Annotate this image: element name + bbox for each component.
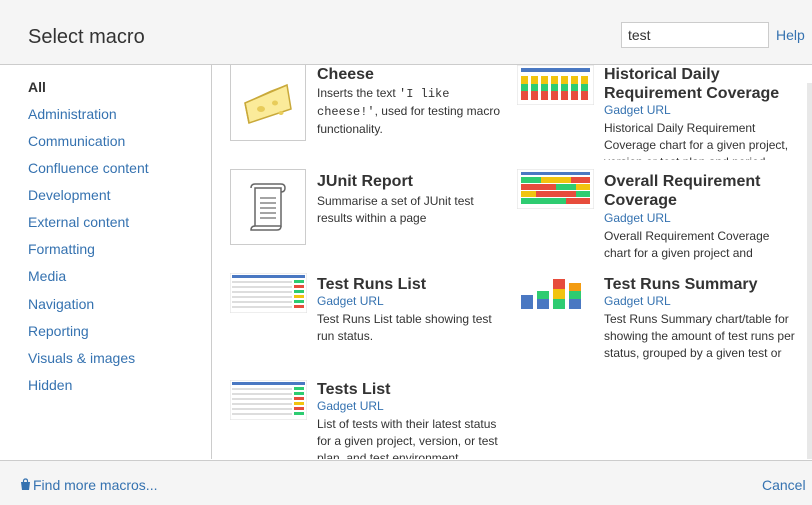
macro-name: Test Runs List — [317, 276, 427, 293]
category-confluence-content[interactable]: Confluence content — [28, 160, 149, 176]
select-macro-dialog: Select macro test Help All Administratio… — [0, 0, 812, 505]
gadget-url-link[interactable]: Gadget URL — [317, 294, 384, 308]
macro-overall-requirement-coverage[interactable]: Overall Requirement Coverage Gadget URL … — [516, 168, 807, 264]
category-media[interactable]: Media — [28, 268, 66, 284]
macro-name: Overall Requirement Coverage — [604, 173, 761, 209]
macro-name: Tests List — [317, 381, 391, 398]
macro-description: Test Runs List table showing test run st… — [317, 312, 492, 343]
dialog-footer: Find more macros... Cancel — [0, 460, 812, 505]
category-sidebar: All Administration Communication Conflue… — [0, 65, 212, 459]
help-link[interactable]: Help — [776, 27, 805, 43]
macro-junit-report[interactable]: JUnit Report Summarise a set of JUnit te… — [230, 169, 502, 249]
cheese-icon — [230, 65, 306, 141]
category-development[interactable]: Development — [28, 187, 111, 203]
macro-description: Historical Daily Requirement Coverage ch… — [604, 121, 789, 160]
gadget-url-link[interactable]: Gadget URL — [317, 399, 384, 413]
category-navigation[interactable]: Navigation — [28, 296, 94, 312]
macro-test-runs-list[interactable]: Test Runs List Gadget URL Test Runs List… — [229, 271, 502, 351]
cancel-button[interactable]: Cancel — [762, 477, 806, 493]
scroll-icon — [230, 169, 306, 245]
macro-name: JUnit Report — [317, 173, 413, 190]
macro-description: Overall Requirement Coverage chart for a… — [604, 229, 770, 264]
macro-name: Cheese — [317, 66, 374, 83]
macro-name: Historical Daily Requirement Coverage — [604, 66, 780, 102]
gadget-url-link[interactable]: Gadget URL — [604, 103, 671, 117]
table-thumbnail — [229, 379, 308, 421]
category-hidden[interactable]: Hidden — [28, 377, 72, 393]
bar-chart-thumbnail — [516, 65, 595, 106]
macro-list: Cheese Inserts the text 'I like cheese!'… — [212, 65, 812, 459]
macro-cheese[interactable]: Cheese Inserts the text 'I like cheese!'… — [230, 65, 502, 165]
category-administration[interactable]: Administration — [28, 106, 117, 122]
macro-historical-daily-requirement-coverage[interactable]: Historical Daily Requirement Coverage Ga… — [516, 65, 807, 160]
search-input[interactable]: test — [621, 22, 769, 48]
category-reporting[interactable]: Reporting — [28, 323, 89, 339]
category-visuals-images[interactable]: Visuals & images — [28, 350, 135, 366]
dialog-title: Select macro — [28, 26, 145, 48]
macro-description: Inserts the text 'I like cheese!', used … — [317, 86, 500, 136]
dialog-header: Select macro test Help — [0, 0, 812, 65]
macro-description: List of tests with their latest status f… — [317, 417, 498, 459]
macro-description: Summarise a set of JUnit test results wi… — [317, 194, 474, 225]
heatmap-thumbnail — [516, 168, 595, 210]
category-formatting[interactable]: Formatting — [28, 241, 95, 257]
category-external-content[interactable]: External content — [28, 214, 129, 230]
bag-icon — [21, 478, 30, 490]
macro-name: Test Runs Summary — [604, 276, 758, 293]
category-all[interactable]: All — [28, 79, 46, 95]
scrollbar[interactable] — [807, 83, 812, 459]
macro-tests-list[interactable]: Tests List Gadget URL List of tests with… — [229, 378, 502, 459]
find-more-label: Find more macros... — [33, 477, 158, 493]
gadget-url-link[interactable]: Gadget URL — [604, 211, 671, 225]
category-communication[interactable]: Communication — [28, 133, 125, 149]
stacked-bar-thumbnail — [517, 273, 594, 313]
table-thumbnail — [229, 272, 308, 314]
gadget-url-link[interactable]: Gadget URL — [604, 294, 671, 308]
find-more-macros-link[interactable]: Find more macros... — [20, 477, 157, 493]
macro-description: Test Runs Summary chart/table for showin… — [604, 312, 795, 360]
macro-test-runs-summary[interactable]: Test Runs Summary Gadget URL Test Runs S… — [517, 271, 807, 371]
